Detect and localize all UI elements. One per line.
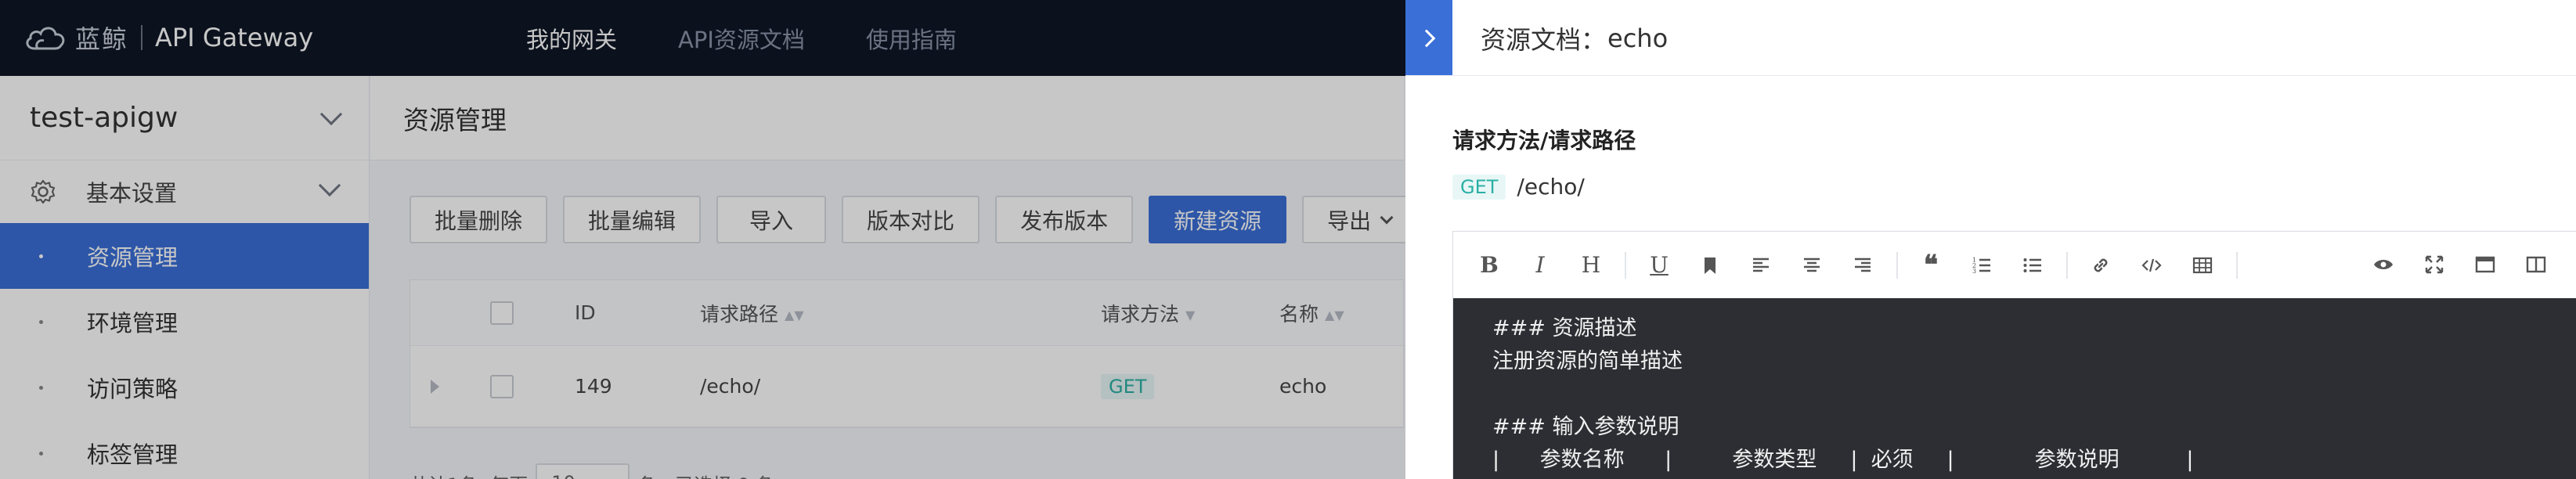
- unordered-list-icon[interactable]: [2014, 247, 2051, 284]
- svg-text:3: 3: [1972, 268, 1976, 275]
- drawer-divider: [1405, 75, 2576, 76]
- fullscreen-icon[interactable]: [2415, 246, 2453, 283]
- editor-line: ### 资源描述: [1492, 316, 1637, 340]
- resource-doc-drawer: 资源文档： echo 请求方法/请求路径 GET /echo/ B I H U …: [1405, 0, 2576, 479]
- editor-toolbar: B I H U ❝ 123: [1453, 232, 2576, 298]
- code-icon[interactable]: [2133, 247, 2170, 284]
- drawer-title: 资源文档： echo: [1481, 0, 1668, 76]
- toolbar-divider: [2066, 251, 2068, 279]
- request-path: /echo/: [1517, 174, 1585, 200]
- toolbar-divider: [1625, 251, 1626, 279]
- align-center-icon[interactable]: [1793, 247, 1831, 284]
- bold-icon[interactable]: B: [1470, 247, 1508, 284]
- align-right-icon[interactable]: [1844, 247, 1881, 284]
- editor-line: 注册资源的简单描述: [1492, 349, 1683, 373]
- request-line: GET /echo/: [1452, 174, 1585, 200]
- link-icon[interactable]: [2082, 247, 2120, 284]
- heading-icon[interactable]: H: [1572, 247, 1610, 284]
- method-tag: GET: [1452, 174, 1506, 200]
- toolbar-divider: [1896, 251, 1898, 279]
- split-view-icon[interactable]: [2517, 246, 2555, 283]
- italic-icon[interactable]: I: [1521, 247, 1559, 284]
- window-icon[interactable]: [2466, 246, 2504, 283]
- editor-content[interactable]: ### 资源描述注册资源的简单描述 ### 输入参数说明 | 参数名称 | 参数类型…: [1453, 298, 2576, 479]
- editor-view-controls: [2365, 246, 2568, 283]
- section-title: 请求方法/请求路径: [1452, 128, 1636, 153]
- drawer-title-value: echo: [1607, 23, 1669, 53]
- drawer-close-button[interactable]: [1405, 0, 1452, 76]
- quote-icon[interactable]: ❝: [1912, 247, 1950, 284]
- underline-icon[interactable]: U: [1640, 247, 1678, 284]
- bookmark-icon[interactable]: [1691, 247, 1729, 284]
- table-icon[interactable]: [2184, 247, 2221, 284]
- ordered-list-icon[interactable]: 123: [1963, 247, 2001, 284]
- editor-line: | 参数名称 | 参数类型 | 必须 | 参数说明 |: [1492, 448, 2194, 472]
- chevron-right-icon: [1417, 29, 1436, 47]
- preview-eye-icon[interactable]: [2365, 246, 2402, 283]
- align-left-icon[interactable]: [1742, 247, 1780, 284]
- toolbar-divider: [2236, 251, 2238, 279]
- editor-line: ### 输入参数说明: [1492, 415, 1679, 439]
- modal-overlay[interactable]: [0, 0, 1405, 479]
- drawer-title-label: 资源文档：: [1481, 24, 1607, 55]
- markdown-editor: B I H U ❝ 123 ### 资源描述 注册资源的简单描述 ### 输入参…: [1452, 231, 2576, 479]
